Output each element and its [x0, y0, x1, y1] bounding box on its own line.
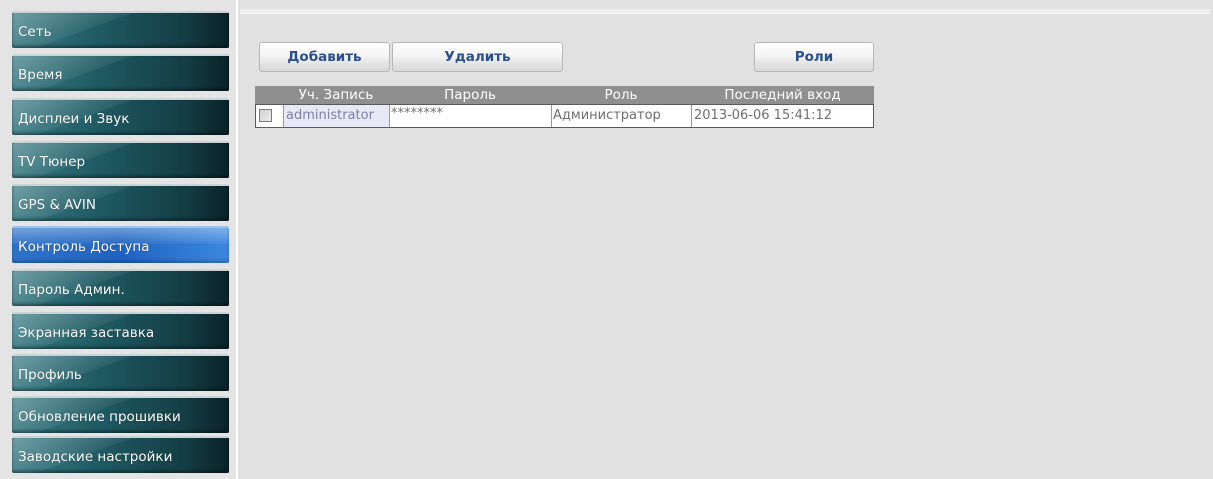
delete-button[interactable]: Удалить [392, 42, 563, 72]
column-header-password[interactable]: Пароль [389, 86, 551, 104]
account-cell[interactable]: administrator [284, 105, 390, 127]
sidebar: Сеть Время Дисплеи и Звук TV Тюнер GPS &… [0, 0, 236, 479]
sidebar-item-display-sound[interactable]: Дисплеи и Звук [12, 98, 229, 135]
sidebar-item-gps-avin[interactable]: GPS & AVIN [12, 184, 229, 221]
sidebar-item-time[interactable]: Время [12, 54, 229, 91]
sidebar-item-admin-password[interactable]: Пароль Админ. [12, 269, 229, 306]
role-cell: Администратор [552, 105, 692, 127]
sidebar-item-network[interactable]: Сеть [12, 11, 229, 48]
sidebar-item-access-control[interactable]: Контроль Доступа [12, 226, 229, 263]
last-login-cell: 2013-06-06 15:41:12 [694, 108, 833, 123]
roles-button[interactable]: Роли [754, 42, 874, 72]
row-checkbox[interactable] [259, 109, 272, 122]
top-divider [240, 9, 1210, 14]
sidebar-item-firmware-update[interactable]: Обновление прошивки [12, 396, 229, 433]
column-header-last-login[interactable]: Последний вход [691, 86, 874, 104]
main-panel: Добавить Удалить Роли Уч. Запись Пароль … [238, 0, 1213, 479]
row-select-cell [256, 105, 284, 127]
column-header-account[interactable]: Уч. Запись [283, 86, 389, 104]
sidebar-item-profile[interactable]: Профиль [12, 354, 229, 391]
add-button[interactable]: Добавить [259, 42, 390, 72]
sidebar-item-factory-settings[interactable]: Заводские настройки [12, 436, 229, 473]
sidebar-item-screensaver[interactable]: Экранная заставка [12, 312, 229, 349]
password-cell: ******** [390, 105, 552, 127]
table-row[interactable]: administrator ******** Администратор 201… [255, 104, 874, 128]
column-header-role[interactable]: Роль [551, 86, 691, 104]
sidebar-item-tv-tuner[interactable]: TV Тюнер [12, 141, 229, 178]
accounts-table-header: Уч. Запись Пароль Роль Последний вход [255, 86, 874, 104]
